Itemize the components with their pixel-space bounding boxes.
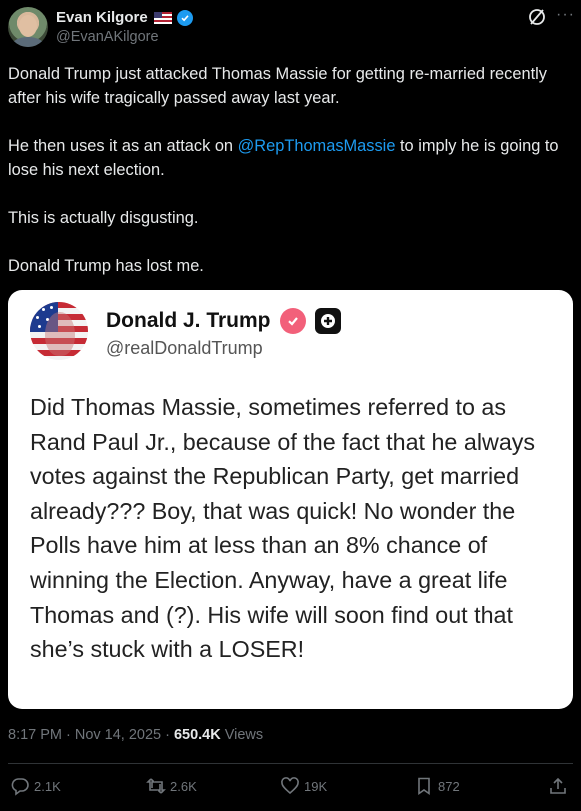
embedded-name-row: Donald J. Trump: [106, 308, 341, 334]
post-time[interactable]: 8:17 PM: [8, 727, 62, 743]
embedded-post-body: Did Thomas Massie, sometimes referred to…: [30, 394, 536, 663]
divider: [8, 763, 573, 764]
like-button[interactable]: 19K: [280, 776, 327, 796]
author-avatar[interactable]: [8, 7, 48, 47]
bookmark-button[interactable]: 872: [414, 776, 460, 796]
tweet-text: Donald Trump just attacked Thomas Massie…: [8, 62, 573, 278]
meta-separator: ·: [165, 727, 170, 743]
share-icon: [550, 777, 566, 794]
reply-icon: [11, 778, 29, 796]
action-bar: 2.1K 2.6K 19K 872: [0, 776, 581, 802]
reply-button[interactable]: 2.1K: [10, 776, 61, 796]
share-button[interactable]: [548, 776, 568, 796]
tweet-meta: 8:17 PM · Nov 14, 2025 · 650.4K Views: [8, 727, 263, 743]
views-count: 650.4K: [173, 727, 221, 743]
bookmark-icon: [418, 777, 430, 796]
embedded-author-handle: @realDonaldTrump: [106, 338, 263, 358]
repost-count: 2.6K: [170, 778, 197, 794]
grok-icon[interactable]: [527, 7, 547, 27]
like-count: 19K: [304, 778, 328, 794]
embedded-author-name: Donald J. Trump: [106, 309, 271, 332]
embedded-avatar: [30, 302, 88, 360]
repost-button[interactable]: 2.6K: [146, 776, 197, 796]
author-name[interactable]: Evan Kilgore: [56, 9, 148, 26]
mention-link[interactable]: @RepThomasMassie: [238, 137, 396, 155]
views-label: Views: [224, 727, 264, 743]
bookmark-count: 872: [438, 778, 460, 794]
meta-separator: ·: [66, 727, 71, 743]
author-name-row: Evan Kilgore: [56, 9, 193, 26]
tweet-paragraph: Donald Trump just attacked Thomas Massie…: [8, 65, 547, 107]
repost-icon: [146, 778, 166, 794]
plus-icon: [314, 308, 341, 334]
embedded-verified-icon: [279, 308, 306, 334]
us-flag-icon: [153, 11, 172, 24]
verified-badge-icon[interactable]: [176, 9, 193, 26]
heart-icon: [281, 777, 299, 795]
attached-screenshot-image[interactable]: Donald J. Trump @realDonaldTrump Did Tho…: [8, 290, 573, 709]
post-date[interactable]: Nov 14, 2025: [75, 727, 161, 743]
tweet-paragraph: Donald Trump has lost me.: [8, 257, 204, 275]
more-options-icon[interactable]: ···: [556, 6, 575, 24]
tweet-text-segment: He then uses it as an attack on: [8, 137, 238, 155]
reply-count: 2.1K: [34, 778, 61, 794]
tweet-paragraph: This is actually disgusting.: [8, 209, 199, 227]
tweet-header: Evan Kilgore @EvanAKilgore ···: [0, 0, 581, 60]
tweet-paragraph: He then uses it as an attack on @RepThom…: [8, 134, 573, 182]
author-handle[interactable]: @EvanAKilgore: [56, 29, 159, 45]
